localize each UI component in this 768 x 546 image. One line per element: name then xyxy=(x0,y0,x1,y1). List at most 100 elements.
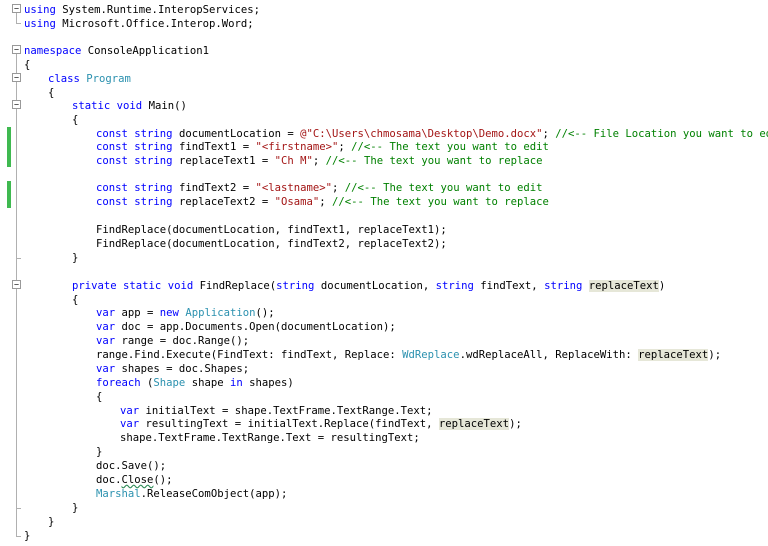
keyword: const xyxy=(96,196,128,208)
code-text: ; xyxy=(312,155,326,167)
code-line: var doc = app.Documents.Open(documentLoc… xyxy=(96,320,396,334)
keyword: new xyxy=(159,307,179,319)
keyword: string xyxy=(276,280,315,292)
code-text: ) xyxy=(658,280,666,292)
fold-end xyxy=(16,508,21,509)
change-indicator xyxy=(7,181,11,208)
code-editor[interactable]: − − − − − using System.Runtime.InteropSe… xyxy=(0,0,768,546)
keyword: var xyxy=(96,321,116,333)
code-text: .wdReplaceAll, ReplaceWith: xyxy=(459,349,639,361)
code-text: shapes = doc.Shapes; xyxy=(115,363,250,375)
code-text: ( xyxy=(140,377,154,389)
code-line: { xyxy=(24,58,30,72)
code-text: shape xyxy=(185,377,230,389)
code-line: const string replaceText1 = "Ch M"; //<-… xyxy=(96,154,543,168)
keyword: var xyxy=(96,363,116,375)
code-line: doc.Save(); xyxy=(96,459,166,473)
keyword: var xyxy=(96,307,116,319)
type-name: WdReplace xyxy=(402,349,460,361)
string-literal: @"C:\Users\chmosama\Desktop\Demo.docx" xyxy=(300,128,543,140)
brace: } xyxy=(48,516,55,528)
code-line: var range = doc.Range(); xyxy=(96,334,249,348)
code-line: { xyxy=(72,113,78,127)
code-text: shape.TextFrame.TextRange.Text = resulti… xyxy=(120,432,420,444)
code-text: Microsoft.Office.Interop.Word; xyxy=(55,18,254,30)
string-literal: "<firstname>" xyxy=(255,141,339,153)
code-text: range = doc.Range(); xyxy=(115,335,250,347)
squiggle-warning[interactable]: Close xyxy=(122,474,154,486)
code-text: initialText = shape.TextFrame.TextRange.… xyxy=(139,405,433,417)
comment: //<-- File Location you want to edit xyxy=(555,128,768,140)
type-name: Marshal xyxy=(96,488,141,500)
code-line: foreach (Shape shape in shapes) xyxy=(96,376,294,390)
code-line: var shapes = doc.Shapes; xyxy=(96,362,249,376)
fold-end xyxy=(16,258,21,259)
code-line: FindReplace(documentLocation, findText2,… xyxy=(96,237,447,251)
fold-line xyxy=(16,13,17,23)
keyword: string xyxy=(134,196,173,208)
keyword: in xyxy=(229,377,243,389)
code-text: (); xyxy=(255,307,275,319)
code-text: ; xyxy=(338,141,352,153)
code-text: range.Find.Execute(FindText: findText, R… xyxy=(96,349,403,361)
collapse-icon[interactable]: − xyxy=(12,73,21,82)
code-text: .ReleaseComObject(app); xyxy=(140,488,288,500)
code-text: documentLocation, xyxy=(314,280,436,292)
code-text: findText2 = xyxy=(172,182,256,194)
string-literal: "<lastname>" xyxy=(255,182,333,194)
brace: } xyxy=(72,252,79,264)
comment: //<-- The text you want to edit xyxy=(351,141,549,153)
fold-end xyxy=(16,536,21,537)
keyword: private xyxy=(72,280,117,292)
keyword: var xyxy=(96,335,116,347)
code-text: doc.Save(); xyxy=(96,460,167,472)
code-line: } xyxy=(72,501,78,515)
code-text: doc. xyxy=(96,474,122,486)
keyword: const xyxy=(96,141,128,153)
string-literal: "Ch M" xyxy=(274,155,313,167)
code-line: class Program xyxy=(48,72,131,86)
code-text: findText1 = xyxy=(172,141,256,153)
code-line: { xyxy=(48,86,54,100)
keyword: string xyxy=(134,182,173,194)
code-text: ; xyxy=(319,196,333,208)
code-line: var app = new Application(); xyxy=(96,306,275,320)
brace: } xyxy=(24,530,31,542)
code-line: using System.Runtime.InteropServices; xyxy=(24,3,260,17)
keyword: const xyxy=(96,182,128,194)
code-line: const string findText2 = "<lastname>"; /… xyxy=(96,181,543,195)
code-line: static void Main() xyxy=(72,99,187,113)
comment: //<-- The text you want to replace xyxy=(325,155,543,167)
keyword: using xyxy=(24,18,56,30)
keyword: string xyxy=(134,141,173,153)
highlighted-reference: replaceText xyxy=(438,418,510,430)
code-text: shapes) xyxy=(242,377,294,389)
code-text: FindReplace(documentLocation, findText2,… xyxy=(96,238,447,250)
code-text: ConsoleApplication1 xyxy=(81,45,209,57)
code-line: private static void FindReplace(string d… xyxy=(72,279,665,293)
collapse-icon[interactable]: − xyxy=(12,100,21,109)
code-line: using Microsoft.Office.Interop.Word; xyxy=(24,17,254,31)
code-line: shape.TextFrame.TextRange.Text = resulti… xyxy=(120,431,420,445)
keyword: namespace xyxy=(24,45,82,57)
brace: { xyxy=(96,391,103,403)
collapse-icon[interactable]: − xyxy=(12,4,21,13)
keyword: void xyxy=(167,280,194,292)
keyword: string xyxy=(134,128,173,140)
collapse-icon[interactable]: − xyxy=(12,280,21,289)
type-name: Shape xyxy=(153,377,186,389)
brace: } xyxy=(72,502,79,514)
code-line: namespace ConsoleApplication1 xyxy=(24,44,209,58)
code-line: const string documentLocation = @"C:\Use… xyxy=(96,127,768,141)
brace: { xyxy=(72,114,79,126)
fold-line xyxy=(16,289,17,508)
keyword: void xyxy=(116,100,143,112)
code-text: resultingText = initialText.Replace(find… xyxy=(139,418,439,430)
code-text: Main() xyxy=(142,100,187,112)
code-text: (); xyxy=(153,474,173,486)
code-text: ; xyxy=(542,128,556,140)
keyword: foreach xyxy=(96,377,141,389)
collapse-icon[interactable]: − xyxy=(12,45,21,54)
code-line: } xyxy=(72,251,78,265)
code-line: range.Find.Execute(FindText: findText, R… xyxy=(96,348,721,362)
